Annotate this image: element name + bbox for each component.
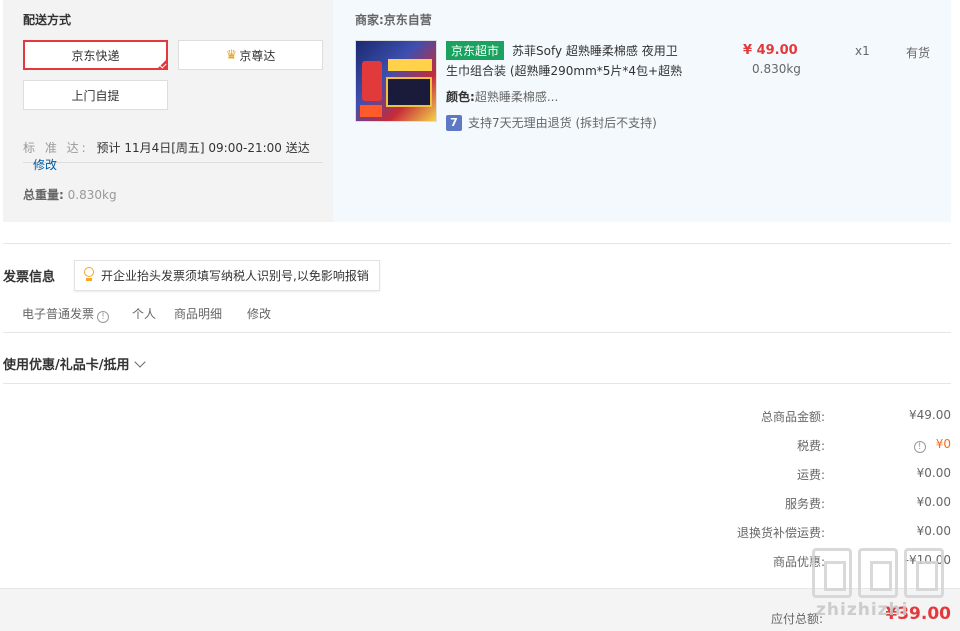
summary-row-discount: 商品优惠: -¥10.00 bbox=[551, 553, 951, 573]
invoice-content: 商品明细 bbox=[174, 307, 223, 321]
product-color-value: 超熟睡柔棉感... bbox=[474, 90, 559, 104]
product-price: ¥ 49.00 bbox=[743, 43, 798, 58]
total-weight: 总重量: 0.830kg bbox=[23, 186, 117, 203]
info-icon[interactable]: ! bbox=[913, 441, 926, 453]
summary-value: ¥49.00 bbox=[909, 408, 951, 422]
summary-row-tax: 税费: ! ¥0 bbox=[551, 437, 951, 457]
coupon-toggle[interactable]: 使用优惠/礼品卡/抵用 bbox=[3, 354, 146, 373]
invoice-title: 发票信息 bbox=[3, 270, 56, 285]
divider bbox=[3, 383, 951, 384]
seven-day-return-icon: 7 bbox=[446, 114, 462, 131]
ship-option-label: 京尊达 bbox=[239, 48, 276, 63]
ship-option-label: 京东快递 bbox=[71, 48, 120, 63]
standard-delivery-time: 预计 11月4日[周五] 09:00-21:00 送达 bbox=[96, 141, 310, 155]
summary-row-goods-total: 总商品金额: ¥49.00 bbox=[551, 408, 951, 428]
payable-bar: 应付总额: ¥39.00 bbox=[0, 588, 960, 631]
standard-delivery-row: 标 准 达: 预计 11月4日[周五] 09:00-21:00 送达 修改 bbox=[23, 139, 323, 172]
payable-label: 应付总额: bbox=[770, 612, 823, 626]
ship-option-self-pickup[interactable]: 上门自提 bbox=[23, 80, 168, 110]
summary-value: ¥0.00 bbox=[916, 466, 951, 480]
summary-label: 退换货补偿运费: bbox=[736, 526, 825, 540]
summary-row-return-shipping: 退换货补偿运费: ¥0.00 bbox=[551, 524, 951, 544]
summary-row-service: 服务费: ¥0.00 bbox=[551, 495, 951, 515]
total-weight-value: 0.830kg bbox=[67, 188, 117, 202]
divider bbox=[3, 243, 951, 244]
product-thumbnail[interactable] bbox=[355, 40, 437, 122]
jd-supermarket-badge: 京东超市 bbox=[446, 41, 505, 60]
summary-value: ¥0.00 bbox=[916, 524, 951, 538]
product-color-label: 颜色: bbox=[446, 90, 475, 104]
summary-row-shipping: 运费: ¥0.00 bbox=[551, 466, 951, 486]
invoice-holder: 个人 bbox=[132, 307, 157, 321]
ship-option-jd-express[interactable]: 京东快递 bbox=[23, 40, 168, 70]
shipping-panel: 配送方式 京东快递 ♛ 京尊达 上门自提 标 准 达: 预计 11月4日[周五]… bbox=[3, 0, 333, 222]
summary-label: 税费: bbox=[796, 439, 825, 453]
payable-total: ¥39.00 bbox=[885, 604, 951, 624]
summary-label: 总商品金额: bbox=[760, 410, 825, 424]
ship-option-label: 上门自提 bbox=[71, 88, 120, 103]
product-quantity: x1 bbox=[855, 44, 870, 58]
summary-label: 服务费: bbox=[784, 497, 825, 511]
invoice-type-label: 电子普通发票 bbox=[22, 307, 95, 321]
product-color: 颜色:超熟睡柔棉感... bbox=[446, 88, 558, 105]
lightbulb-icon bbox=[83, 267, 95, 281]
invoice-tip: 开企业抬头发票须填写纳税人识别号,以免影响报销 bbox=[74, 260, 380, 291]
summary-label: 运费: bbox=[796, 468, 825, 482]
divider bbox=[3, 332, 951, 333]
total-weight-label: 总重量: bbox=[23, 188, 64, 202]
shipping-title: 配送方式 bbox=[23, 13, 72, 27]
chevron-down-icon bbox=[133, 356, 146, 368]
return-policy: 7 支持7天无理由退货 (拆封后不支持) bbox=[446, 114, 657, 131]
merchant-name: 商家:京东自营 bbox=[355, 13, 432, 27]
invoice-tip-text: 开企业抬头发票须填写纳税人识别号,以免影响报销 bbox=[101, 269, 369, 283]
summary-value: ¥0 bbox=[935, 437, 951, 451]
items-panel: 商家:京东自营 苏菲Sofy 超熟睡柔棉感 夜用卫生巾组合装 (超熟睡290mm… bbox=[333, 0, 951, 222]
info-icon[interactable]: ! bbox=[97, 311, 110, 323]
crown-icon: ♛ bbox=[225, 47, 238, 63]
coupon-title: 使用优惠/礼品卡/抵用 bbox=[3, 358, 130, 373]
summary-value: -¥10.00 bbox=[904, 553, 951, 567]
modify-delivery-link[interactable]: 修改 bbox=[33, 158, 57, 172]
summary-label: 商品优惠: bbox=[772, 555, 825, 569]
invoice-type: 电子普通发票! bbox=[22, 305, 110, 323]
ship-option-jd-zunda[interactable]: ♛ 京尊达 bbox=[178, 40, 323, 70]
stock-status: 有货 bbox=[906, 46, 931, 60]
selected-check-icon bbox=[156, 58, 168, 70]
modify-invoice-link[interactable]: 修改 bbox=[247, 305, 271, 322]
standard-delivery-label: 标 准 达: bbox=[23, 141, 89, 155]
summary-value: ¥0.00 bbox=[916, 495, 951, 509]
return-policy-text: 支持7天无理由退货 (拆封后不支持) bbox=[468, 116, 657, 130]
product-weight: 0.830kg bbox=[752, 62, 801, 76]
